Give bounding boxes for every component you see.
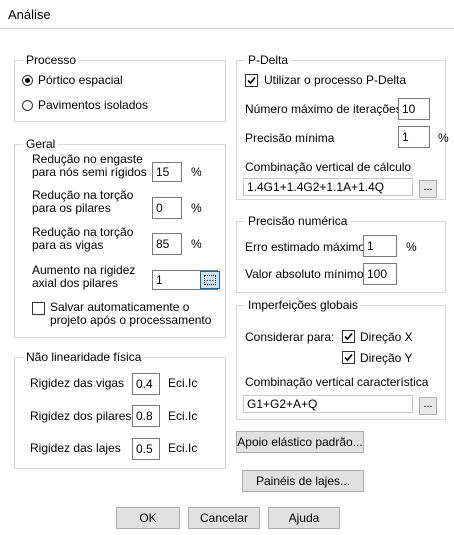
reducao-torcao-pilares-label: Redução na torção para os pilares	[32, 188, 134, 215]
rigidez-vigas-input[interactable]: 0.4	[132, 373, 160, 395]
paineis-lajes-button[interactable]: Painéis de lajes...	[242, 470, 364, 492]
reducao-engaste-unit: %	[191, 165, 202, 179]
reducao-torcao-vigas-label: Redução na torção para as vigas	[32, 225, 134, 252]
salvar-automaticamente-checkbox[interactable]	[32, 302, 45, 315]
rigidez-lajes-input[interactable]: 0.5	[132, 438, 160, 460]
comb-calculo-input[interactable]: 1.4G1+1.4G2+1.1A+1.4Q	[243, 178, 413, 196]
checkmark-icon	[344, 332, 353, 341]
valor-absoluto-label: Valor absoluto mínimo	[245, 267, 364, 281]
reducao-torcao-vigas-unit: %	[191, 237, 202, 251]
direcao-y-checkbox[interactable]	[342, 351, 355, 364]
reducao-engaste-input[interactable]: 15	[152, 162, 182, 182]
precisao-legend: Precisão numérica	[245, 214, 351, 228]
reducao-torcao-pilares-input[interactable]: 0	[152, 197, 182, 219]
erro-estimado-unit: %	[406, 240, 417, 254]
precisao-group: Precisão numérica	[236, 214, 446, 293]
aumento-rigidez-ellipsis-button[interactable]: ...	[200, 271, 220, 289]
nao-linearidade-legend: Não linearidade física	[23, 350, 145, 364]
reducao-engaste-label: Redução no engaste para nós semi rígidos	[32, 152, 147, 179]
rigidez-lajes-unit: Eci.Ic	[168, 441, 198, 455]
precisao-minima-label: Precisão mínima	[245, 131, 335, 145]
salvar-automaticamente-label: Salvar automaticamente o projeto após o p…	[50, 300, 212, 327]
iteracoes-label: Número máximo de iterações	[245, 102, 402, 116]
pdelta-legend: P-Delta	[245, 53, 292, 67]
radio-pavimentos-isolados[interactable]	[22, 100, 33, 111]
utilizar-pdelta-checkbox[interactable]	[245, 74, 258, 87]
precisao-minima-input[interactable]: 1	[398, 126, 430, 148]
rigidez-pilares-input[interactable]: 0.8	[132, 405, 160, 427]
rigidez-vigas-unit: Eci.Ic	[168, 376, 198, 390]
rigidez-vigas-label: Rigidez das vigas	[30, 376, 125, 390]
comb-caracteristica-ellipsis-button[interactable]: ...	[419, 397, 437, 415]
comb-caracteristica-input[interactable]: G1+G2+A+Q	[243, 395, 413, 413]
direcao-x-label: Direção X	[360, 330, 413, 344]
iteracoes-input[interactable]: 10	[398, 98, 430, 120]
apoio-elastico-button[interactable]: Apoio elástico padrão...	[236, 431, 364, 453]
direcao-x-checkbox[interactable]	[342, 330, 355, 343]
help-button[interactable]: Ajuda	[268, 507, 340, 529]
ok-button[interactable]: OK	[116, 507, 180, 529]
utilizar-pdelta-label: Utilizar o processo P-Delta	[264, 73, 407, 87]
title-bar: Análise	[0, 0, 454, 29]
checkmark-icon	[344, 353, 353, 362]
window-title: Análise	[8, 7, 51, 22]
valor-absoluto-input[interactable]: 100	[363, 263, 397, 285]
reducao-torcao-vigas-input[interactable]: 85	[152, 233, 182, 255]
comb-calculo-label: Combinação vertical de cálculo	[245, 160, 412, 174]
aumento-rigidez-label: Aumento na rigidez axial dos pilares	[32, 263, 136, 290]
processo-group: Processo	[14, 53, 226, 122]
reducao-torcao-pilares-unit: %	[191, 201, 202, 215]
ellipsis-icon: ...	[204, 273, 216, 285]
rigidez-lajes-label: Rigidez das lajes	[30, 441, 121, 455]
processo-legend: Processo	[23, 53, 80, 67]
checkmark-icon	[247, 76, 256, 85]
cancel-button[interactable]: Cancelar	[188, 507, 260, 529]
comb-calculo-ellipsis-button[interactable]: ...	[419, 180, 437, 198]
erro-estimado-label: Erro estimado máximo	[245, 240, 366, 254]
rigidez-pilares-label: Rigidez dos pilares	[30, 409, 132, 423]
radio-pavimentos-label: Pavimentos isolados	[38, 98, 149, 112]
geral-legend: Geral	[23, 137, 59, 151]
radio-portico-label: Pórtico espacial	[38, 73, 123, 87]
direcao-y-label: Direção Y	[360, 351, 413, 365]
rigidez-pilares-unit: Eci.Ic	[168, 409, 198, 423]
imperfeicoes-legend: Imperfeições globais	[245, 298, 362, 312]
radio-portico-espacial[interactable]	[22, 75, 33, 86]
erro-estimado-input[interactable]: 1	[363, 235, 397, 257]
considerar-label: Considerar para:	[245, 330, 335, 344]
precisao-minima-unit: %	[438, 131, 449, 145]
comb-caracteristica-label: Combinação vertical característica	[245, 375, 429, 389]
